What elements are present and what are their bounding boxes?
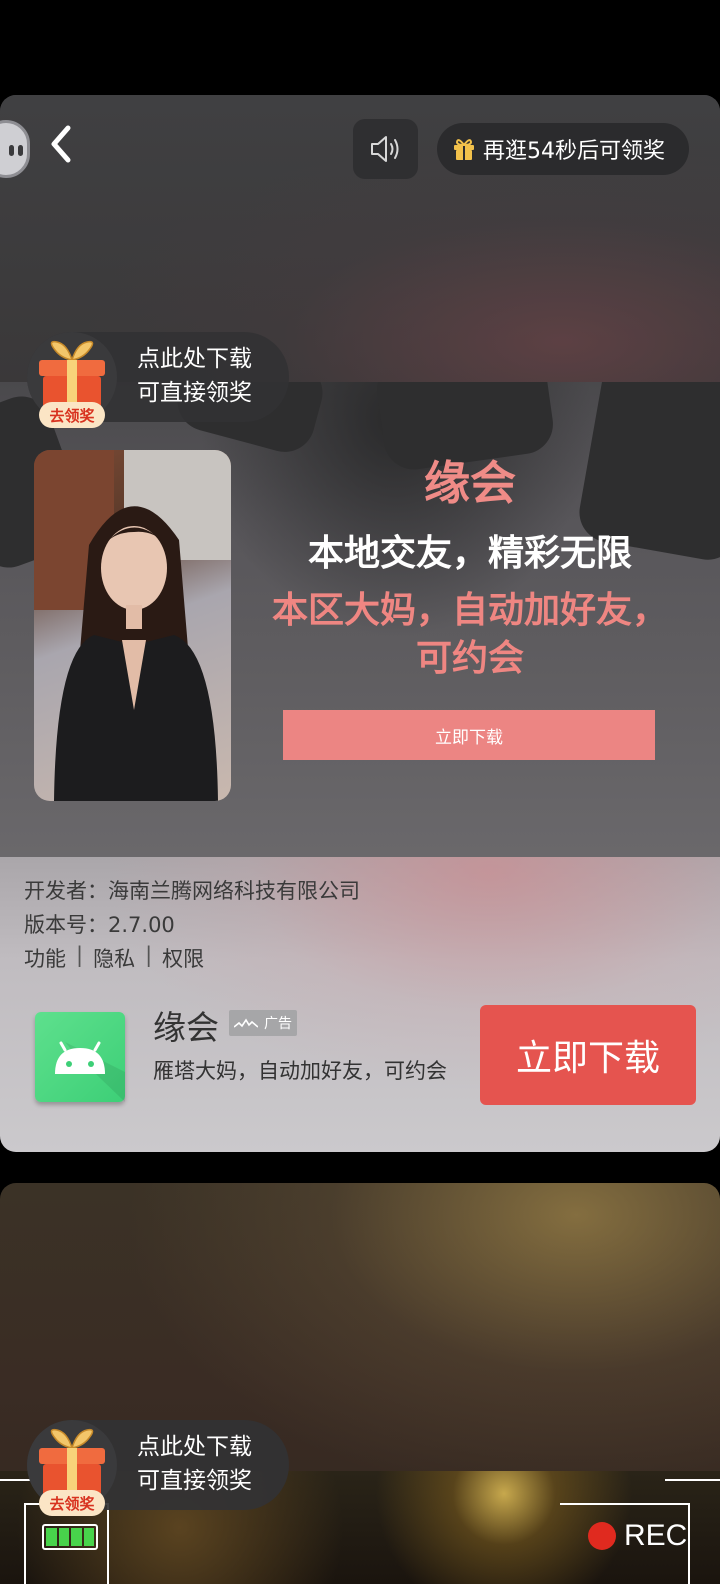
ad-description-line: 可约会 [415, 638, 524, 679]
claim-reward-label: 去领奖 [39, 402, 105, 428]
ad-description-line: 本区大妈，自动加好友， [271, 590, 668, 631]
ad-photo [34, 450, 231, 801]
version-text: 版本号：2.7.00 [24, 913, 175, 937]
app-name: 缘会 [153, 1008, 219, 1047]
speaker-icon [370, 136, 398, 162]
frame-corner-line [665, 1479, 720, 1481]
back-button[interactable] [36, 119, 86, 169]
android-icon [55, 1041, 125, 1102]
next-video-card[interactable]: REC [0, 1183, 720, 1584]
app-info-panel: 开发者：海南兰腾网络科技有限公司 版本号：2.7.00 功能 | 隐私 | 权限… [0, 857, 720, 1152]
claim-reward-label: 去领奖 [39, 1490, 105, 1516]
info-links: 功能 | 隐私 | 权限 [24, 943, 204, 973]
privacy-link[interactable]: 隐私 [93, 943, 135, 973]
app-icon[interactable] [35, 1012, 125, 1102]
ad-download-button[interactable]: 立即下载 [283, 710, 655, 760]
link-separator: | [76, 943, 84, 967]
assistant-eye-icon [9, 145, 14, 156]
claim-reward-line: 可直接领奖 [137, 1468, 252, 1494]
battery-icon [42, 1524, 98, 1550]
ad-network-logo-icon [234, 1018, 258, 1028]
claim-reward-line: 点此处下载 [137, 346, 252, 372]
assistant-eye-icon [18, 145, 23, 156]
reward-countdown-text: 再逛54秒后可领奖 [483, 139, 665, 164]
ad-card: 再逛54秒后可领奖 缘会 本地交友，精彩无限 本区大妈，自动加好友， 可约会 立… [0, 95, 720, 1152]
chevron-left-icon [51, 125, 71, 163]
portrait-image [34, 450, 231, 801]
developer-text: 开发者：海南兰腾网络科技有限公司 [24, 879, 360, 903]
claim-reward-badge[interactable]: 去领奖 点此处下载 可直接领奖 [27, 1420, 289, 1516]
download-button[interactable]: 立即下载 [480, 1005, 696, 1105]
rec-label: REC [624, 1519, 688, 1552]
claim-reward-line: 点此处下载 [137, 1434, 252, 1460]
link-separator: | [145, 943, 153, 967]
record-dot-icon [588, 1522, 616, 1550]
gift-box-icon: 去领奖 [27, 1420, 117, 1516]
gift-icon [454, 139, 474, 160]
ad-creative[interactable]: 缘会 本地交友，精彩无限 本区大妈，自动加好友， 可约会 立即下载 [0, 382, 720, 857]
claim-reward-text: 点此处下载 可直接领奖 [137, 342, 252, 410]
sound-toggle-button[interactable] [353, 119, 418, 179]
ad-tag-label: 广告 [264, 1016, 292, 1032]
permissions-link[interactable]: 权限 [162, 943, 204, 973]
recording-indicator: REC [588, 1519, 687, 1553]
reward-countdown-pill: 再逛54秒后可领奖 [437, 123, 689, 175]
claim-reward-text: 点此处下载 可直接领奖 [137, 1430, 252, 1498]
gift-box-icon: 去领奖 [27, 332, 117, 428]
claim-reward-line: 可直接领奖 [137, 380, 252, 406]
features-link[interactable]: 功能 [24, 943, 66, 973]
claim-reward-badge[interactable]: 去领奖 点此处下载 可直接领奖 [27, 332, 289, 428]
app-row: 缘会 广告 雁塔大妈，自动加好友，可约会 立即下载 [0, 1005, 720, 1125]
ad-description: 本区大妈，自动加好友， 可约会 [250, 587, 690, 683]
ad-tag-badge: 广告 [229, 1010, 297, 1036]
ad-subtitle: 本地交友，精彩无限 [307, 533, 632, 574]
ad-title: 缘会 [424, 456, 516, 510]
app-description: 雁塔大妈，自动加好友，可约会 [153, 1059, 447, 1083]
